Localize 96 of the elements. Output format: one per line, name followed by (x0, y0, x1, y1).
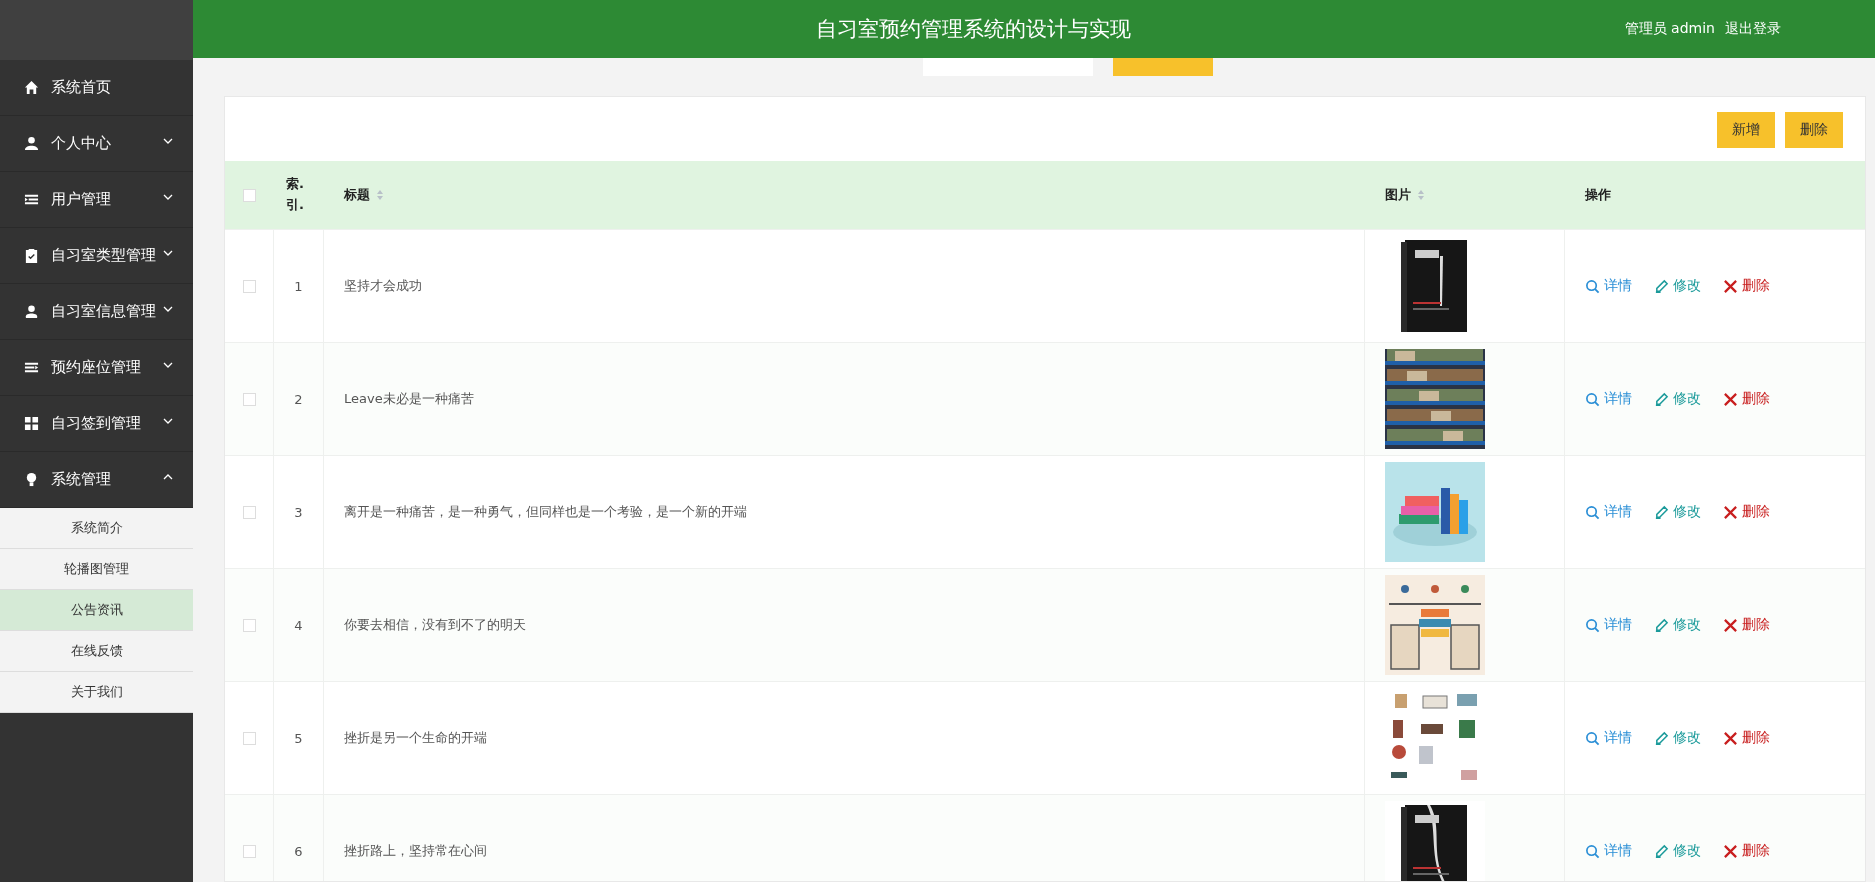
menu-item[interactable]: 自习签到管理 (0, 396, 193, 452)
toolbar-button[interactable]: 删除 (1785, 112, 1843, 148)
menu-item[interactable]: 系统首页 (0, 60, 193, 116)
menu-label: 预约座位管理 (51, 358, 141, 377)
delete-link[interactable]: 删除 (1723, 729, 1770, 747)
column-header: 标题 (344, 185, 370, 204)
row-checkbox[interactable] (242, 392, 256, 406)
pencil-icon (1654, 617, 1669, 633)
pencil-icon (1654, 278, 1669, 294)
edit-link[interactable]: 修改 (1654, 390, 1701, 408)
menu-item[interactable]: 自习室信息管理 (0, 284, 193, 340)
edit-link[interactable]: 修改 (1654, 842, 1701, 860)
column-header: 操作 (1585, 185, 1611, 204)
delete-link[interactable]: 删除 (1723, 390, 1770, 408)
edit-link[interactable]: 修改 (1654, 503, 1701, 521)
search-icon (1585, 730, 1600, 746)
search-icon (1585, 843, 1600, 859)
delete-link[interactable]: 删除 (1723, 616, 1770, 634)
detail-link[interactable]: 详情 (1585, 390, 1632, 408)
user-label: 管理员 admin (1624, 20, 1715, 38)
bulb-icon (24, 472, 39, 487)
row-checkbox[interactable] (242, 279, 256, 293)
search-icon (1585, 391, 1600, 407)
user-icon (24, 304, 39, 319)
row-checkbox[interactable] (242, 505, 256, 519)
person-icon (24, 136, 39, 151)
table-cell: Leave未必是一种痛苦 (344, 390, 474, 408)
search-icon (1585, 278, 1600, 294)
submenu-item[interactable]: 在线反馈 (0, 631, 193, 672)
table-cell: 5 (294, 730, 303, 746)
close-icon (1723, 730, 1738, 746)
column-header: 索.引. (286, 175, 305, 214)
delete-link[interactable]: 删除 (1723, 277, 1770, 295)
menu-label: 自习签到管理 (51, 414, 141, 433)
table-cell: 坚持才会成功 (344, 277, 422, 295)
table-cell: 1 (294, 278, 303, 294)
menu-label: 用户管理 (51, 190, 111, 209)
row-checkbox[interactable] (242, 844, 256, 858)
edit-link[interactable]: 修改 (1654, 616, 1701, 634)
pencil-icon (1654, 391, 1669, 407)
table-cell: 你要去相信，没有到不了的明天 (344, 616, 526, 634)
menu-item[interactable]: 用户管理 (0, 172, 193, 228)
submenu-item[interactable]: 关于我们 (0, 672, 193, 713)
edit-link[interactable]: 修改 (1654, 729, 1701, 747)
pencil-icon (1654, 730, 1669, 746)
detail-link[interactable]: 详情 (1585, 503, 1632, 521)
list-icon (24, 192, 39, 207)
menu-label: 自习室信息管理 (51, 302, 156, 321)
delete-link[interactable]: 删除 (1723, 503, 1770, 521)
lines-icon (24, 360, 39, 375)
submenu-item[interactable]: 轮播图管理 (0, 549, 193, 590)
search-icon (1585, 504, 1600, 520)
home-icon (24, 80, 39, 95)
table-cell: 离开是一种痛苦，是一种勇气，但同样也是一个考验，是一个新的开端 (344, 503, 747, 521)
table-cell: 6 (294, 843, 303, 859)
menu-label: 自习室类型管理 (51, 246, 156, 265)
select-all-checkbox[interactable] (243, 188, 256, 202)
search-icon (1585, 617, 1600, 633)
close-icon (1723, 843, 1738, 859)
row-checkbox[interactable] (242, 618, 256, 632)
table-cell: 2 (294, 391, 303, 407)
menu-item[interactable]: 自习室类型管理 (0, 228, 193, 284)
detail-link[interactable]: 详情 (1585, 277, 1632, 295)
detail-link[interactable]: 详情 (1585, 842, 1632, 860)
table-cell: 3 (294, 504, 303, 520)
column-header: 图片 (1385, 185, 1411, 204)
menu-item[interactable]: 预约座位管理 (0, 340, 193, 396)
toolbar-button[interactable]: 新增 (1717, 112, 1775, 148)
pencil-icon (1654, 504, 1669, 520)
grid-icon (24, 416, 39, 431)
sort-icon[interactable] (1417, 189, 1425, 201)
detail-link[interactable]: 详情 (1585, 729, 1632, 747)
clipboard-icon (24, 248, 39, 263)
menu-label: 个人中心 (51, 134, 111, 153)
detail-link[interactable]: 详情 (1585, 616, 1632, 634)
pencil-icon (1654, 843, 1669, 859)
submenu-item[interactable]: 系统简介 (0, 508, 193, 549)
menu-item[interactable]: 个人中心 (0, 116, 193, 172)
table-cell: 4 (294, 617, 303, 633)
edit-link[interactable]: 修改 (1654, 277, 1701, 295)
search-button[interactable] (1113, 58, 1213, 76)
delete-link[interactable]: 删除 (1723, 842, 1770, 860)
logout-link[interactable]: 退出登录 (1725, 20, 1781, 38)
search-field[interactable] (923, 58, 1093, 76)
close-icon (1723, 278, 1738, 294)
close-icon (1723, 617, 1738, 633)
menu-label: 系统管理 (51, 470, 111, 489)
sort-icon[interactable] (376, 189, 384, 201)
table-cell: 挫折路上，坚持常在心间 (344, 842, 487, 860)
menu-label: 系统首页 (51, 78, 111, 97)
page-title: 自习室预约管理系统的设计与实现 (815, 16, 1133, 43)
submenu-item[interactable]: 公告资讯 (0, 590, 193, 631)
row-checkbox[interactable] (242, 731, 256, 745)
close-icon (1723, 504, 1738, 520)
table-cell: 挫折是另一个生命的开端 (344, 729, 487, 747)
close-icon (1723, 391, 1738, 407)
